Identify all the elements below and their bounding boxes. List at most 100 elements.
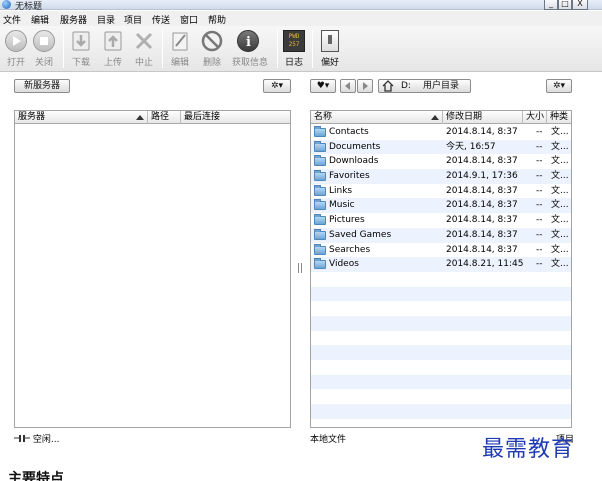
stop-transfer-button[interactable]: 中止 (128, 30, 160, 70)
get-info-button[interactable]: i 获取信息 (232, 30, 269, 70)
file-name: Videos (329, 259, 359, 270)
folder-icon (314, 155, 326, 167)
file-row[interactable]: Videos 2014.8.21, 11:45 -- 文... (311, 257, 571, 272)
file-row[interactable]: Saved Games 2014.8.14, 8:37 -- 文... (311, 227, 571, 243)
file-date: 2014.8.14, 8:37 (446, 185, 518, 196)
menu-project[interactable]: 项目 (124, 13, 142, 26)
col-server[interactable]: 服务器 (15, 111, 148, 124)
forward-button[interactable] (357, 79, 373, 93)
path-breadcrumb[interactable]: D: 用户目录 (378, 79, 471, 93)
file-size: -- (536, 185, 543, 196)
file-row[interactable]: Music 2014.8.14, 8:37 -- 文... (311, 198, 571, 214)
file-kind: 文... (551, 244, 569, 255)
bookmark-button[interactable]: ♥▾ (310, 79, 336, 93)
back-arrow-icon (345, 82, 350, 90)
stop-transfer-label: 中止 (134, 58, 153, 68)
close-window-button[interactable]: X (572, 0, 588, 10)
file-name: Searches (329, 244, 371, 255)
right-panel-bar: ♥▾ D: 用户目录 ✲▾ (300, 75, 602, 95)
close-label: 关闭 (34, 58, 53, 68)
right-action-gear-button[interactable]: ✲▾ (546, 79, 572, 93)
col-kind[interactable]: 种类 (547, 111, 571, 124)
file-date: 2014.8.14, 8:37 (446, 127, 518, 137)
download-icon (72, 31, 90, 51)
sort-asc-icon (136, 115, 144, 120)
col-last-connect[interactable]: 最后连接 (181, 111, 290, 124)
col-size[interactable]: 大小 (523, 111, 547, 124)
menu-directory[interactable]: 目录 (97, 13, 115, 26)
file-kind: 文... (551, 185, 569, 196)
file-date: 2014.8.14, 8:37 (446, 200, 518, 211)
home-icon (382, 80, 394, 92)
pane-splitter-handle[interactable] (298, 263, 302, 273)
col-modified[interactable]: 修改日期 (443, 111, 523, 124)
preferences-button[interactable]: 偏好 (314, 30, 346, 70)
file-row[interactable]: Contacts 2014.8.14, 8:37 -- 文... (311, 125, 571, 140)
menu-transfer[interactable]: 传送 (152, 13, 170, 26)
left-action-gear-button[interactable]: ✲▾ (263, 79, 291, 93)
menu-window[interactable]: 窗口 (180, 13, 198, 26)
close-button[interactable]: 关闭 (28, 30, 60, 70)
breadcrumb-folder[interactable]: 用户目录 (423, 80, 459, 92)
connection-plug-icon (14, 435, 30, 442)
server-list-pane[interactable]: 服务器 路径 最后连接 (14, 110, 291, 428)
file-kind: 文... (551, 127, 569, 137)
right-status: 本地文件 (310, 435, 347, 445)
minimize-button[interactable]: _ (544, 0, 558, 10)
empty-row (311, 389, 571, 404)
empty-row (311, 419, 571, 427)
upload-button[interactable]: 上传 (97, 30, 129, 70)
info-icon: i (237, 30, 259, 52)
folder-icon (314, 228, 326, 240)
get-info-label: 获取信息 (232, 58, 269, 68)
log-label: 日志 (284, 58, 303, 68)
back-button[interactable] (340, 79, 356, 93)
empty-row (311, 360, 571, 375)
local-file-pane[interactable]: 名称 修改日期 大小 种类 Contacts 2014.8.14, 8:37 -- 文… (310, 110, 572, 428)
file-kind: 文... (551, 141, 569, 152)
download-button[interactable]: 下载 (65, 30, 97, 70)
file-date: 2014.8.14, 8:37 (446, 156, 518, 167)
breadcrumb-drive[interactable]: D: (401, 80, 411, 92)
file-row[interactable]: Documents 今天, 16:57 -- 文... (311, 139, 571, 155)
file-size: -- (536, 156, 543, 167)
col-name[interactable]: 名称 (311, 111, 443, 124)
left-panel-bar: 新服务器 ✲▾ (0, 75, 300, 95)
col-path[interactable]: 路径 (148, 111, 181, 124)
menu-file[interactable]: 文件 (3, 13, 21, 26)
new-server-button[interactable]: 新服务器 (14, 79, 70, 93)
log-button[interactable]: PWD 257 日志 (278, 30, 310, 70)
file-row[interactable]: Links 2014.8.14, 8:37 -- 文... (311, 184, 571, 199)
edit-button[interactable]: 编辑 (164, 30, 196, 70)
file-kind: 文... (551, 200, 569, 211)
play-icon (5, 30, 27, 52)
folder-icon (314, 243, 326, 255)
file-kind: 文... (551, 215, 569, 226)
file-size: -- (536, 127, 543, 137)
file-size: -- (536, 215, 543, 226)
file-name: Downloads (329, 156, 379, 167)
app-icon (2, 0, 11, 9)
menu-help[interactable]: 帮助 (208, 13, 226, 26)
empty-row (311, 374, 571, 390)
menu-server[interactable]: 服务器 (60, 13, 87, 26)
file-name: Documents (329, 141, 381, 152)
file-date: 2014.8.14, 8:37 (446, 215, 518, 226)
left-status: 空闲... (14, 432, 59, 445)
file-row[interactable]: Pictures 2014.8.14, 8:37 -- 文... (311, 213, 571, 228)
folder-icon (314, 199, 326, 211)
upload-label: 上传 (103, 58, 122, 68)
folder-icon (314, 184, 326, 196)
file-name: Favorites (329, 171, 370, 182)
file-size: -- (536, 171, 543, 182)
file-row[interactable]: Downloads 2014.8.14, 8:37 -- 文... (311, 154, 571, 169)
edit-pencil-icon (172, 32, 188, 51)
file-row[interactable]: Favorites 2014.9.1, 17:36 -- 文... (311, 169, 571, 184)
delete-label: 删除 (202, 58, 221, 68)
maximize-button[interactable]: □ (558, 0, 572, 10)
delete-button[interactable]: 删除 (196, 30, 228, 70)
sort-asc-icon (431, 115, 439, 120)
file-row[interactable]: Searches 2014.8.14, 8:37 -- 文... (311, 243, 571, 258)
file-kind: 文... (551, 171, 569, 182)
menu-edit[interactable]: 编辑 (31, 13, 49, 26)
